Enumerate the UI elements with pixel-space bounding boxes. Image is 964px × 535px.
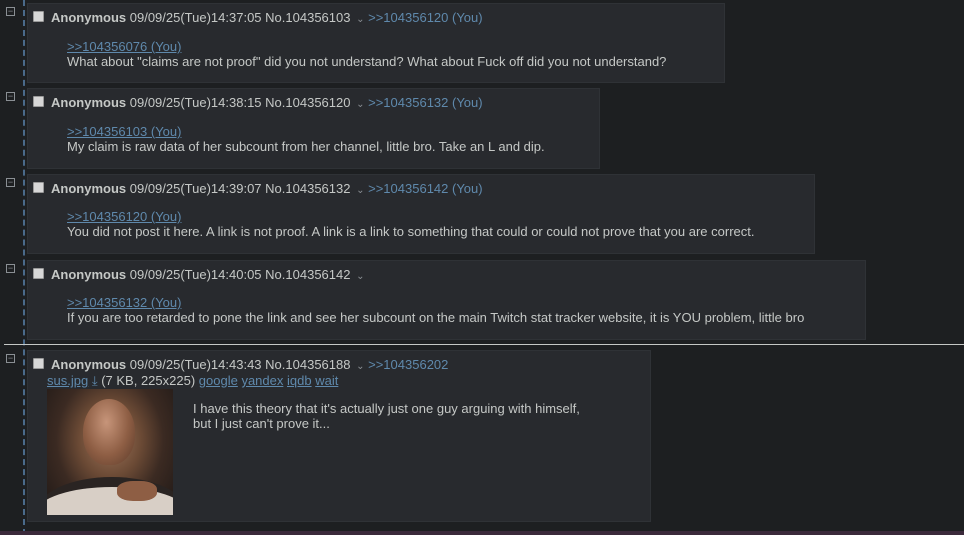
post-104356103: Anonymous 09/09/25(Tue)14:37:05 No.10435…: [27, 3, 725, 83]
post-text: You did not post it here. A link is not …: [67, 224, 755, 239]
backlink[interactable]: >>104356202: [368, 357, 448, 372]
backlink[interactable]: >>104356120 (You): [368, 10, 482, 25]
post-message: >>104356076 (You) What about "claims are…: [67, 39, 666, 69]
post-text-line: but I just can't prove it...: [193, 416, 330, 431]
post-104356120: Anonymous 09/09/25(Tue)14:38:15 No.10435…: [27, 88, 600, 169]
post-checkbox[interactable]: [33, 268, 44, 279]
chevron-down-icon[interactable]: ⌄: [356, 271, 364, 282]
post-message: >>104356120 (You) You did not post it he…: [67, 209, 754, 239]
post-text-line: I have this theory that it's actually ju…: [193, 401, 580, 416]
backlink[interactable]: >>104356142 (You): [368, 181, 482, 196]
poster-name: Anonymous: [51, 267, 127, 282]
post-thumbnail[interactable]: [47, 389, 173, 515]
search-wait-link[interactable]: wait: [315, 373, 338, 388]
file-info: sus.jpg ⤓ (7 KB, 225x225) google yandex …: [47, 373, 338, 389]
post-message: I have this theory that it's actually ju…: [193, 401, 580, 431]
post-number[interactable]: No.104356103: [265, 10, 350, 25]
post-104356142: Anonymous 09/09/25(Tue)14:40:05 No.10435…: [27, 260, 866, 340]
file-meta: (7 KB, 225x225): [101, 373, 196, 388]
thumbnail-figure: [83, 399, 135, 465]
unread-separator: [4, 344, 964, 345]
post-number[interactable]: No.104356142: [265, 267, 350, 282]
poster-name: Anonymous: [51, 181, 127, 196]
post-checkbox[interactable]: [33, 96, 44, 107]
post-number[interactable]: No.104356132: [265, 181, 350, 196]
post-text: If you are too retarded to pone the link…: [67, 310, 805, 325]
poster-name: Anonymous: [51, 357, 127, 372]
post-104356188: Anonymous 09/09/25(Tue)14:43:43 No.10435…: [27, 350, 651, 522]
collapse-icon[interactable]: −: [6, 92, 15, 101]
chevron-down-icon[interactable]: ⌄: [356, 185, 364, 196]
chevron-down-icon[interactable]: ⌄: [356, 361, 364, 372]
post-text: My claim is raw data of her subcount fro…: [67, 139, 545, 154]
search-yandex-link[interactable]: yandex: [241, 373, 283, 388]
backlink[interactable]: >>104356132 (You): [368, 95, 482, 110]
quote-link[interactable]: >>104356103 (You): [67, 124, 545, 139]
file-name-link[interactable]: sus.jpg: [47, 373, 88, 388]
post-text: What about "claims are not proof" did yo…: [67, 54, 667, 69]
poster-name: Anonymous: [51, 95, 127, 110]
bottom-bar: [0, 531, 964, 535]
collapse-icon[interactable]: −: [6, 354, 15, 363]
chevron-down-icon[interactable]: ⌄: [356, 99, 364, 110]
post-datetime: 09/09/25(Tue)14:38:15: [129, 95, 262, 110]
post-message: >>104356103 (You) My claim is raw data o…: [67, 124, 545, 154]
search-google-link[interactable]: google: [199, 373, 238, 388]
chevron-down-icon[interactable]: ⌄: [356, 14, 364, 25]
quote-link[interactable]: >>104356120 (You): [67, 209, 754, 224]
thread-line: [23, 0, 25, 535]
thumbnail-hand: [117, 481, 157, 501]
post-number[interactable]: No.104356120: [265, 95, 350, 110]
collapse-icon[interactable]: −: [6, 7, 15, 16]
post-info: Anonymous 09/09/25(Tue)14:43:43 No.10435…: [51, 357, 448, 372]
quote-link[interactable]: >>104356132 (You): [67, 295, 804, 310]
post-checkbox[interactable]: [33, 182, 44, 193]
post-datetime: 09/09/25(Tue)14:43:43: [129, 357, 262, 372]
post-datetime: 09/09/25(Tue)14:39:07: [129, 181, 262, 196]
post-104356132: Anonymous 09/09/25(Tue)14:39:07 No.10435…: [27, 174, 815, 254]
post-checkbox[interactable]: [33, 11, 44, 22]
post-datetime: 09/09/25(Tue)14:40:05: [129, 267, 262, 282]
search-iqdb-link[interactable]: iqdb: [287, 373, 312, 388]
post-message: >>104356132 (You) If you are too retarde…: [67, 295, 804, 325]
download-icon[interactable]: ⤓: [92, 373, 98, 388]
collapse-icon[interactable]: −: [6, 264, 15, 273]
post-info: Anonymous 09/09/25(Tue)14:37:05 No.10435…: [51, 10, 483, 25]
quote-link[interactable]: >>104356076 (You): [67, 39, 666, 54]
post-number[interactable]: No.104356188: [265, 357, 350, 372]
post-datetime: 09/09/25(Tue)14:37:05: [129, 10, 262, 25]
post-info: Anonymous 09/09/25(Tue)14:38:15 No.10435…: [51, 95, 483, 110]
collapse-icon[interactable]: −: [6, 178, 15, 187]
post-info: Anonymous 09/09/25(Tue)14:40:05 No.10435…: [51, 267, 365, 282]
poster-name: Anonymous: [51, 10, 127, 25]
post-info: Anonymous 09/09/25(Tue)14:39:07 No.10435…: [51, 181, 483, 196]
post-checkbox[interactable]: [33, 358, 44, 369]
